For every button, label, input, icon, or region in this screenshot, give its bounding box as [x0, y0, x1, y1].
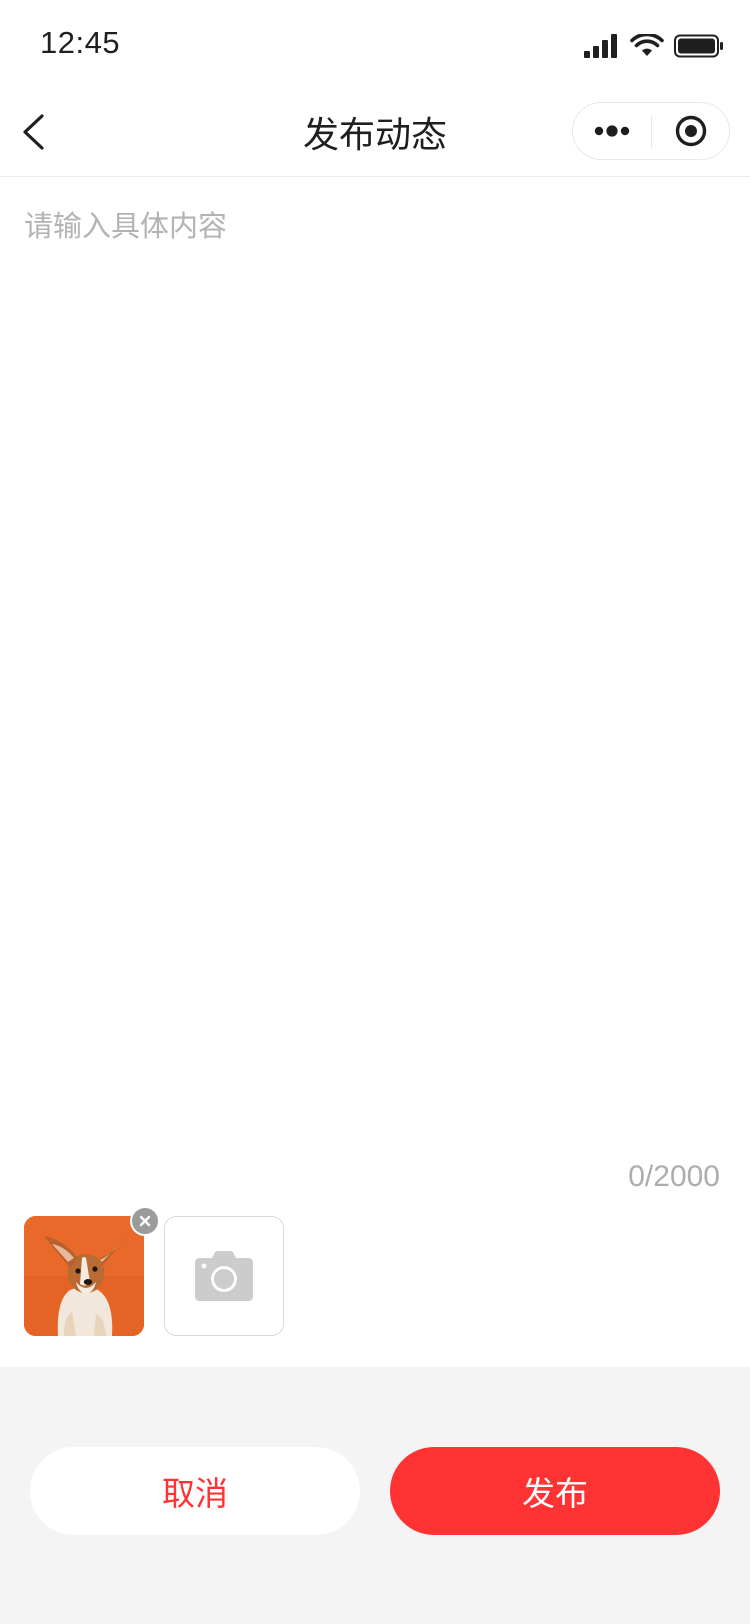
- status-time: 12:45: [40, 25, 121, 60]
- camera-icon: [195, 1251, 253, 1301]
- status-bar: 12:45: [0, 0, 750, 88]
- add-photo-button[interactable]: [164, 1216, 284, 1336]
- navigation-bar: 发布动态: [0, 88, 750, 177]
- wifi-icon: [630, 34, 664, 56]
- corgi-photo: [24, 1216, 144, 1336]
- target-close-icon: [675, 115, 707, 147]
- more-button[interactable]: [573, 103, 651, 159]
- close-icon: [139, 1215, 151, 1227]
- signal-icon: [584, 34, 617, 58]
- uploaded-image-thumbnail[interactable]: [24, 1216, 144, 1336]
- remove-image-button[interactable]: [130, 1206, 160, 1236]
- image-list: [24, 1206, 724, 1338]
- status-icons: [584, 31, 724, 61]
- more-dots-icon: [594, 125, 630, 137]
- close-mini-program-button[interactable]: [652, 103, 730, 159]
- char-count: 0/2000: [628, 1160, 720, 1193]
- battery-icon: [674, 34, 723, 58]
- cancel-button[interactable]: 取消: [30, 1447, 360, 1535]
- action-footer: 取消 发布: [0, 1367, 750, 1624]
- publish-button[interactable]: 发布: [390, 1447, 720, 1535]
- mini-program-capsule: [572, 102, 730, 160]
- content-textarea[interactable]: [24, 203, 726, 1123]
- content-area: 0/2000: [0, 177, 750, 1367]
